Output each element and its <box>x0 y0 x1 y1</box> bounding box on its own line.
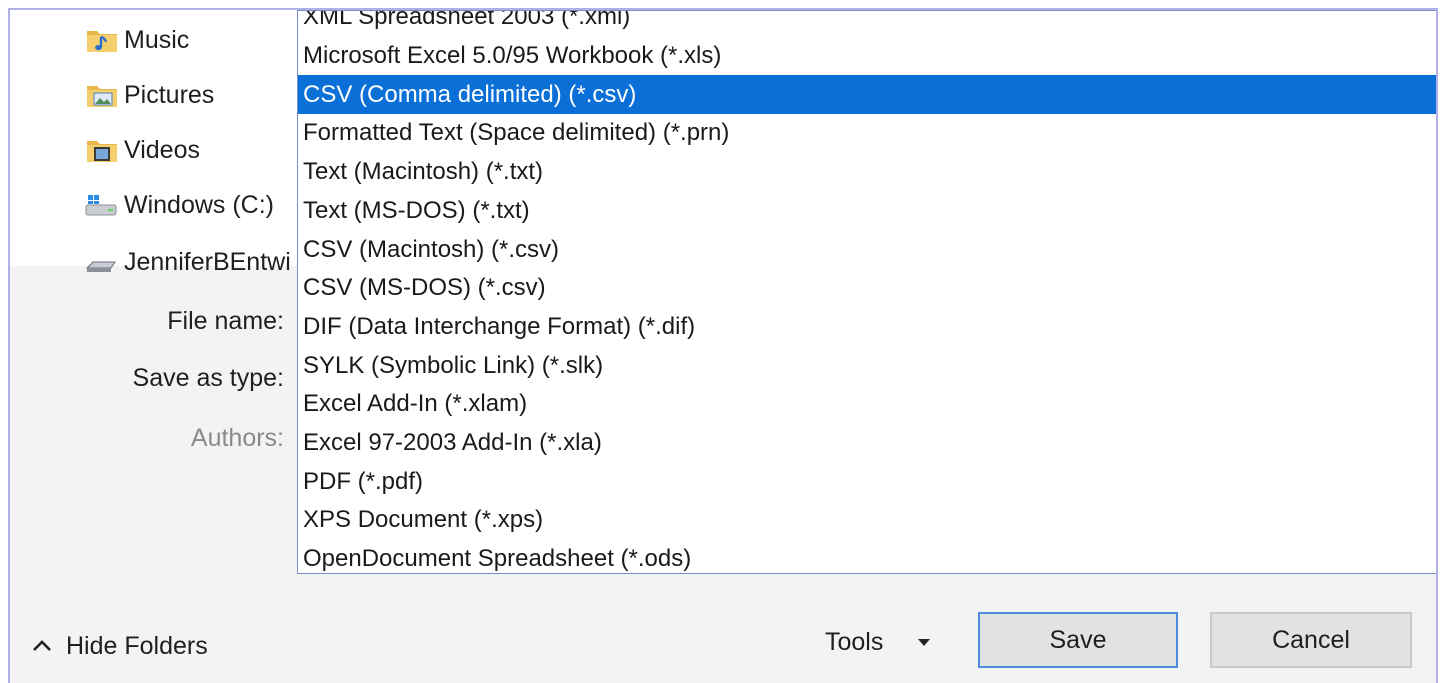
type-option[interactable]: DIF (Data Interchange Format) (*.dif) <box>298 308 1436 347</box>
type-option[interactable]: Formatted Text (Space delimited) (*.prn) <box>298 114 1436 153</box>
type-option[interactable]: Microsoft Excel 5.0/95 Workbook (*.xls) <box>298 37 1436 76</box>
save-as-dialog: Music Pictures Videos Windows (C:) Jenni… <box>8 8 1438 683</box>
nav-item-network-drive[interactable]: JenniferBEntwi <box>82 242 291 282</box>
tools-label: Tools <box>825 627 884 656</box>
save-button[interactable]: Save <box>978 612 1178 668</box>
nav-item-label: JenniferBEntwi <box>124 247 291 276</box>
file-name-label: File name: <box>167 307 284 335</box>
authors-label: Authors: <box>190 424 284 452</box>
nav-item-videos[interactable]: Videos <box>82 130 200 170</box>
save-as-type-label: Save as type: <box>132 364 284 392</box>
nav-item-label: Windows (C:) <box>124 190 275 219</box>
type-option[interactable]: OpenDocument Spreadsheet (*.ods) <box>298 540 1436 573</box>
hide-folders-label: Hide Folders <box>66 631 208 660</box>
type-option[interactable]: PDF (*.pdf) <box>298 462 1436 501</box>
type-option[interactable]: Excel Add-In (*.xlam) <box>298 385 1436 424</box>
type-option[interactable]: Excel 97-2003 Add-In (*.xla) <box>298 424 1436 463</box>
cancel-button[interactable]: Cancel <box>1210 612 1412 668</box>
network-drive-icon <box>82 246 122 278</box>
nav-item-pictures[interactable]: Pictures <box>82 75 214 115</box>
nav-item-label: Pictures <box>124 80 215 109</box>
type-option[interactable]: XPS Document (*.xps) <box>298 501 1436 540</box>
type-option[interactable]: CSV (MS-DOS) (*.csv) <box>298 269 1436 308</box>
chevron-up-icon <box>32 639 52 653</box>
type-option[interactable]: Text (Macintosh) (*.txt) <box>298 153 1436 192</box>
save-as-type-dropdown-list[interactable]: XML Spreadsheet 2003 (*.xml) Microsoft E… <box>297 10 1436 574</box>
type-option[interactable]: SYLK (Symbolic Link) (*.slk) <box>298 346 1436 385</box>
type-option-selected[interactable]: CSV (Comma delimited) (*.csv) <box>298 75 1436 115</box>
type-option[interactable]: CSV (Macintosh) (*.csv) <box>298 230 1436 269</box>
nav-item-label: Music <box>124 25 190 54</box>
nav-item-windows-drive[interactable]: Windows (C:) <box>82 185 274 225</box>
caret-down-icon <box>917 637 931 647</box>
videos-folder-icon <box>82 134 122 166</box>
type-option[interactable]: XML Spreadsheet 2003 (*.xml) <box>298 11 1436 37</box>
nav-item-music[interactable]: Music <box>82 20 189 60</box>
hide-folders-toggle[interactable]: Hide Folders <box>32 626 208 666</box>
music-folder-icon <box>82 24 122 56</box>
pictures-folder-icon <box>82 79 122 111</box>
windows-drive-icon <box>82 189 122 221</box>
tools-menu-button[interactable]: Tools <box>825 622 931 662</box>
nav-item-label: Videos <box>124 135 200 164</box>
type-option[interactable]: Text (MS-DOS) (*.txt) <box>298 192 1436 231</box>
